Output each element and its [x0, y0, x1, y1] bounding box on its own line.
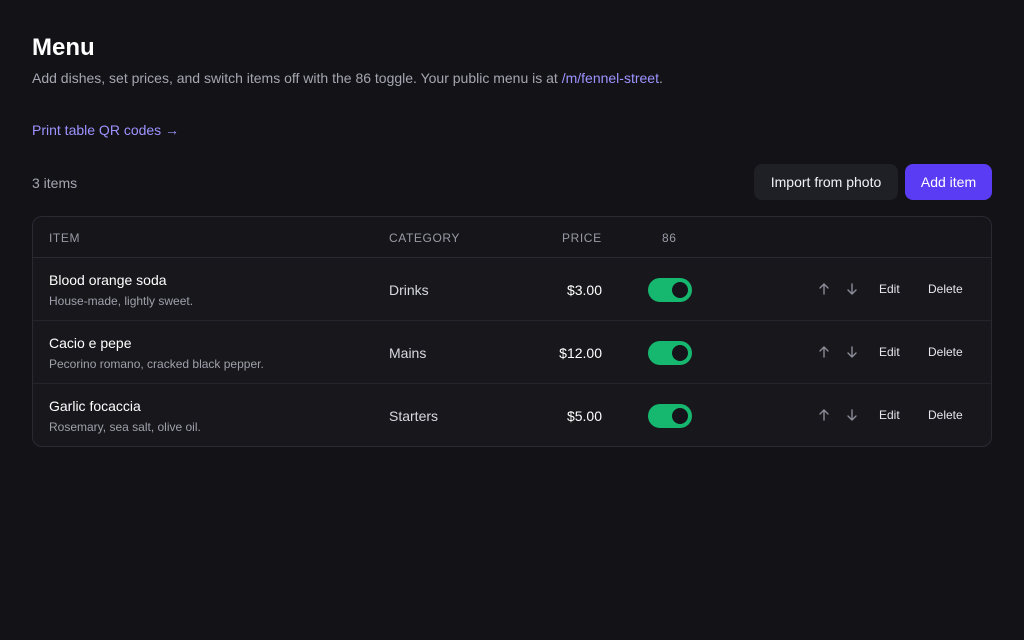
eighty-six-toggle[interactable] — [648, 404, 692, 428]
item-count: 3 items — [32, 175, 78, 191]
item-category: Drinks — [389, 282, 429, 298]
item-description: Rosemary, sea salt, olive oil. — [49, 420, 201, 434]
table-row: Garlic focaccia Rosemary, sea salt, oliv… — [33, 384, 991, 446]
item-description: House-made, lightly sweet. — [49, 294, 194, 308]
toggle-knob — [672, 408, 688, 424]
column-header-category: CATEGORY — [389, 231, 461, 245]
table-row: Blood orange soda House-made, lightly sw… — [33, 258, 991, 321]
add-item-button[interactable]: Add item — [905, 164, 992, 200]
subtitle-end: . — [658, 70, 663, 86]
toggle-knob — [672, 345, 688, 361]
edit-button[interactable]: Edit — [879, 345, 900, 359]
import-from-photo-button[interactable]: Import from photo — [754, 164, 898, 200]
page-subtitle: Add dishes, set prices, and switch items… — [32, 70, 663, 86]
move-down-icon[interactable] — [843, 406, 861, 424]
item-name: Garlic focaccia — [49, 398, 141, 414]
public-menu-link[interactable]: /m/fennel-street — [562, 70, 659, 86]
column-header-86: 86 — [662, 231, 677, 245]
menu-table: ITEM CATEGORY PRICE 86 Blood orange soda… — [32, 216, 992, 447]
item-price: $5.00 — [566, 408, 602, 424]
edit-button[interactable]: Edit — [879, 408, 900, 422]
item-name: Blood orange soda — [49, 272, 167, 288]
column-header-item: ITEM — [49, 231, 81, 245]
eighty-six-toggle[interactable] — [648, 278, 692, 302]
delete-button[interactable]: Delete — [928, 282, 963, 296]
page-title: Menu — [32, 34, 95, 61]
delete-button[interactable]: Delete — [928, 408, 963, 422]
subtitle-text: Add dishes, set prices, and switch items… — [32, 70, 562, 86]
item-price: $3.00 — [566, 282, 602, 298]
move-down-icon[interactable] — [843, 280, 861, 298]
item-description: Pecorino romano, cracked black pepper. — [49, 357, 264, 371]
item-category: Mains — [389, 345, 427, 361]
move-up-icon[interactable] — [815, 406, 833, 424]
table-header: ITEM CATEGORY PRICE 86 — [33, 217, 991, 258]
toggle-knob — [672, 282, 688, 298]
move-down-icon[interactable] — [843, 343, 861, 361]
move-up-icon[interactable] — [815, 280, 833, 298]
column-header-price: PRICE — [562, 231, 602, 245]
table-row: Cacio e pepe Pecorino romano, cracked bl… — [33, 321, 991, 384]
edit-button[interactable]: Edit — [879, 282, 900, 296]
item-name: Cacio e pepe — [49, 335, 132, 351]
item-price: $12.00 — [559, 345, 602, 361]
item-category: Starters — [389, 408, 439, 424]
move-up-icon[interactable] — [815, 343, 833, 361]
menu-page: Menu Add dishes, set prices, and switch … — [0, 0, 1024, 640]
delete-button[interactable]: Delete — [928, 345, 963, 359]
print-qr-codes-link[interactable]: Print table QR codes → — [32, 122, 179, 138]
eighty-six-toggle[interactable] — [648, 341, 692, 365]
